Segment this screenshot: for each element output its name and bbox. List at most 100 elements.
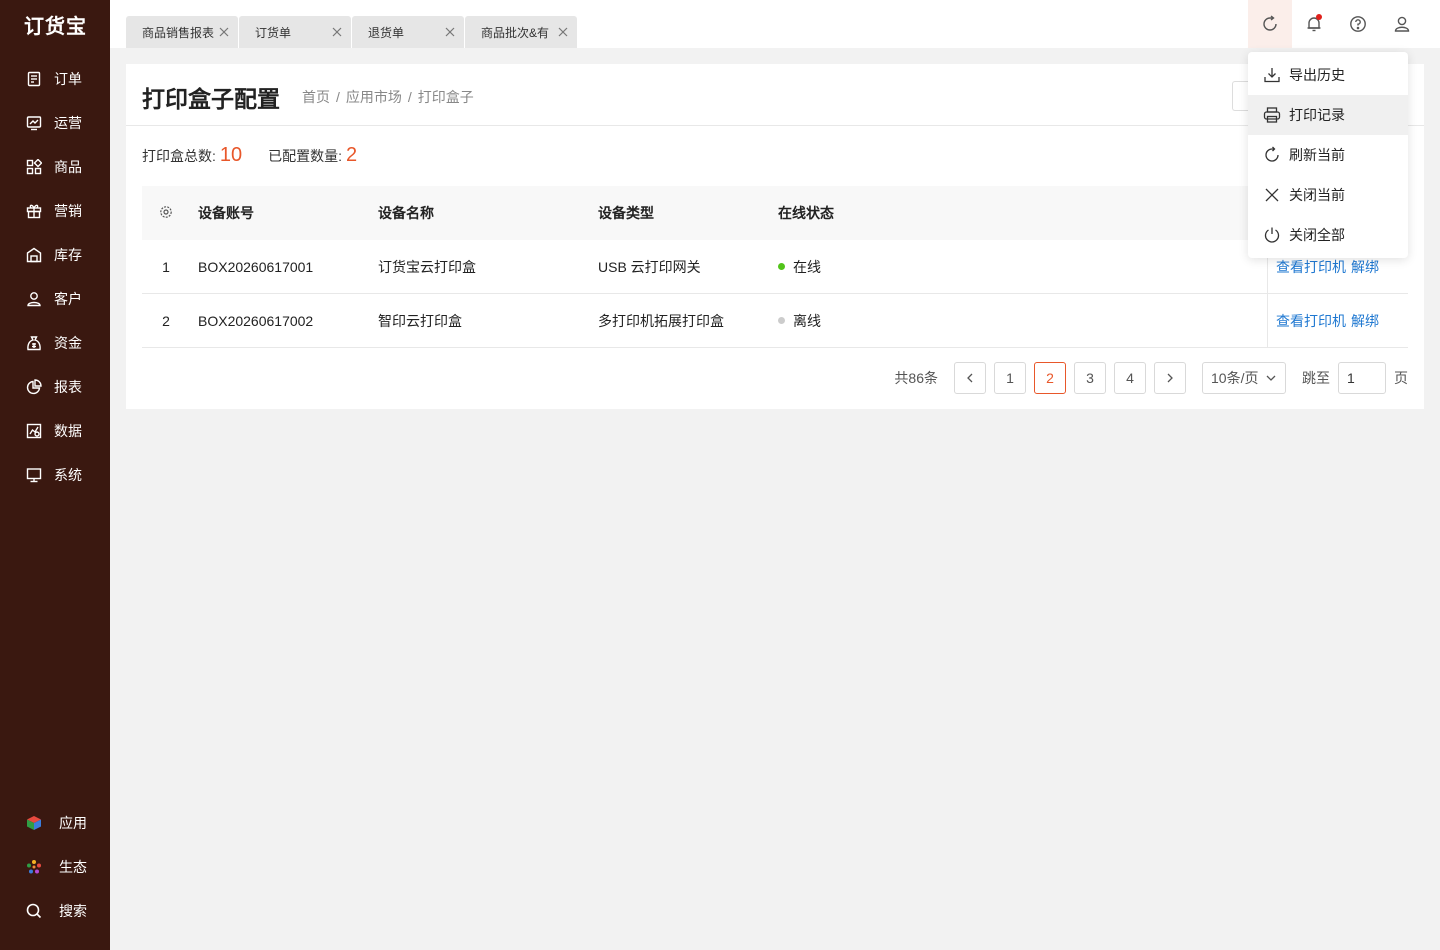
- header-device-type: 设备类型: [598, 205, 654, 221]
- pagination: 共86条 1 2 3 4 10条/页 跳至 页: [894, 362, 1408, 394]
- user-account-button[interactable]: [1380, 0, 1424, 48]
- menu-item-close-current[interactable]: 关闭当前: [1248, 175, 1408, 215]
- view-printer-link[interactable]: 查看打印机: [1276, 257, 1346, 277]
- search-icon: [26, 903, 42, 919]
- header-online-status: 在线状态: [778, 205, 834, 221]
- page-suffix: 页: [1394, 370, 1408, 386]
- page-button-4[interactable]: 4: [1114, 362, 1146, 394]
- sidebar-item-label: 运营: [54, 115, 82, 131]
- data-analysis-icon: [26, 423, 42, 439]
- monitor-icon: [26, 468, 42, 483]
- next-page-button[interactable]: [1154, 362, 1186, 394]
- sidebar-item-label: 库存: [54, 247, 82, 263]
- header-device-name: 设备名称: [378, 205, 434, 221]
- page-size-value: 10条/页: [1211, 370, 1259, 386]
- unbind-link[interactable]: 解绑: [1351, 257, 1379, 277]
- help-icon: [1350, 16, 1366, 32]
- device-name: 订货宝云打印盒: [378, 258, 476, 275]
- sidebar-item-fund[interactable]: 资金: [0, 321, 110, 365]
- close-icon[interactable]: [218, 26, 230, 38]
- breadcrumb-home[interactable]: 首页: [302, 89, 330, 105]
- pie-chart-icon: [26, 379, 42, 395]
- sidebar-item-operation[interactable]: 运营: [0, 101, 110, 145]
- tab-label: 订货单: [255, 25, 292, 40]
- table-row: 1 BOX20260617001 订货宝云打印盒 USB 云打印网关 在线 查看…: [142, 240, 1408, 294]
- sidebar-item-system[interactable]: 系统: [0, 453, 110, 497]
- sidebar-item-report[interactable]: 报表: [0, 365, 110, 409]
- notification-button[interactable]: [1292, 0, 1336, 48]
- tab-sales-report[interactable]: 商品销售报表: [126, 16, 238, 48]
- gift-icon: [26, 204, 42, 219]
- menu-item-print-records[interactable]: 打印记录: [1248, 95, 1408, 135]
- device-account: BOX20260617002: [198, 312, 314, 329]
- menu-item-refresh-current[interactable]: 刷新当前: [1248, 135, 1408, 175]
- tab-label: 商品销售报表: [142, 25, 215, 40]
- tab-return-order[interactable]: 退货单: [352, 16, 464, 48]
- chevron-left-icon: [967, 373, 973, 383]
- sidebar-item-label: 报表: [54, 379, 82, 395]
- sidebar-item-inventory[interactable]: 库存: [0, 233, 110, 277]
- page-button-3[interactable]: 3: [1074, 362, 1106, 394]
- table-header: 设备账号 设备名称 设备类型 在线状态: [142, 186, 1408, 240]
- sidebar-item-label: 生态: [59, 859, 87, 875]
- device-table: 设备账号 设备名称 设备类型 在线状态 1 BOX20260617001 订货宝…: [142, 186, 1408, 348]
- prev-page-button[interactable]: [954, 362, 986, 394]
- page-button-2[interactable]: 2: [1034, 362, 1066, 394]
- tab-product-batch[interactable]: 商品批次&有: [465, 16, 577, 48]
- online-status: 在线: [778, 257, 821, 277]
- page-button-1[interactable]: 1: [994, 362, 1026, 394]
- row-index: 1: [162, 258, 170, 275]
- close-icon[interactable]: [444, 26, 456, 38]
- sidebar-item-label: 资金: [54, 335, 82, 351]
- row-actions: 查看打印机 解绑: [1267, 294, 1384, 348]
- tab-purchase-order[interactable]: 订货单: [239, 16, 351, 48]
- menu-item-export-history[interactable]: 导出历史: [1248, 55, 1408, 95]
- menu-item-close-all[interactable]: 关闭全部: [1248, 215, 1408, 255]
- status-dot: [778, 317, 785, 324]
- status-text: 离线: [793, 312, 821, 329]
- status-text: 在线: [793, 258, 821, 275]
- sidebar-item-ecosystem[interactable]: 生态: [0, 845, 110, 889]
- page-title: 打印盒子配置: [142, 86, 280, 112]
- sidebar: 订货宝 订单 运营 商品 营销 库存 客户 资金 报表 数据 系统 应用 生态 …: [0, 0, 110, 950]
- menu-item-label: 导出历史: [1289, 67, 1345, 83]
- power-icon: [1264, 227, 1280, 243]
- breadcrumb-current: 打印盒子: [417, 89, 474, 105]
- breadcrumb-app-market[interactable]: 应用市场: [346, 89, 402, 105]
- configured-value: 2: [346, 144, 358, 166]
- refresh-button[interactable]: [1248, 0, 1292, 48]
- menu-item-label: 刷新当前: [1289, 147, 1345, 163]
- menu-item-label: 关闭当前: [1289, 187, 1345, 203]
- gear-icon: [160, 205, 172, 218]
- view-printer-link[interactable]: 查看打印机: [1276, 311, 1346, 331]
- sidebar-item-apps[interactable]: 应用: [0, 801, 110, 845]
- sidebar-item-label: 系统: [54, 467, 82, 483]
- sidebar-item-search[interactable]: 搜索: [0, 889, 110, 933]
- column-settings-button[interactable]: [142, 205, 190, 222]
- online-status: 离线: [778, 311, 821, 331]
- sidebar-item-order[interactable]: 订单: [0, 57, 110, 101]
- sidebar-item-product[interactable]: 商品: [0, 145, 110, 189]
- device-name: 智印云打印盒: [378, 312, 462, 329]
- top-bar: 商品销售报表 订货单 退货单 商品批次&有: [110, 0, 1440, 48]
- page-size-select[interactable]: 10条/页: [1202, 362, 1286, 394]
- table-row: 2 BOX20260617002 智印云打印盒 多打印机拓展打印盒 离线 查看打…: [142, 294, 1408, 348]
- sidebar-item-label: 应用: [59, 815, 87, 831]
- total-value: 10: [219, 144, 243, 166]
- money-bag-icon: [27, 336, 41, 351]
- user-icon: [27, 292, 41, 307]
- help-button[interactable]: [1336, 0, 1380, 48]
- operation-icon: [26, 116, 42, 131]
- close-icon[interactable]: [331, 26, 343, 38]
- breadcrumb: 首页 / 应用市场 / 打印盒子: [302, 89, 474, 105]
- sidebar-item-marketing[interactable]: 营销: [0, 189, 110, 233]
- unbind-link[interactable]: 解绑: [1351, 311, 1379, 331]
- sidebar-item-customer[interactable]: 客户: [0, 277, 110, 321]
- close-icon[interactable]: [557, 26, 569, 38]
- refresh-icon: [1265, 146, 1279, 162]
- sidebar-item-data[interactable]: 数据: [0, 409, 110, 453]
- menu-item-label: 关闭全部: [1289, 227, 1345, 243]
- jump-label: 跳至: [1302, 370, 1330, 386]
- jump-page-input[interactable]: [1338, 362, 1386, 394]
- download-icon: [1264, 68, 1280, 83]
